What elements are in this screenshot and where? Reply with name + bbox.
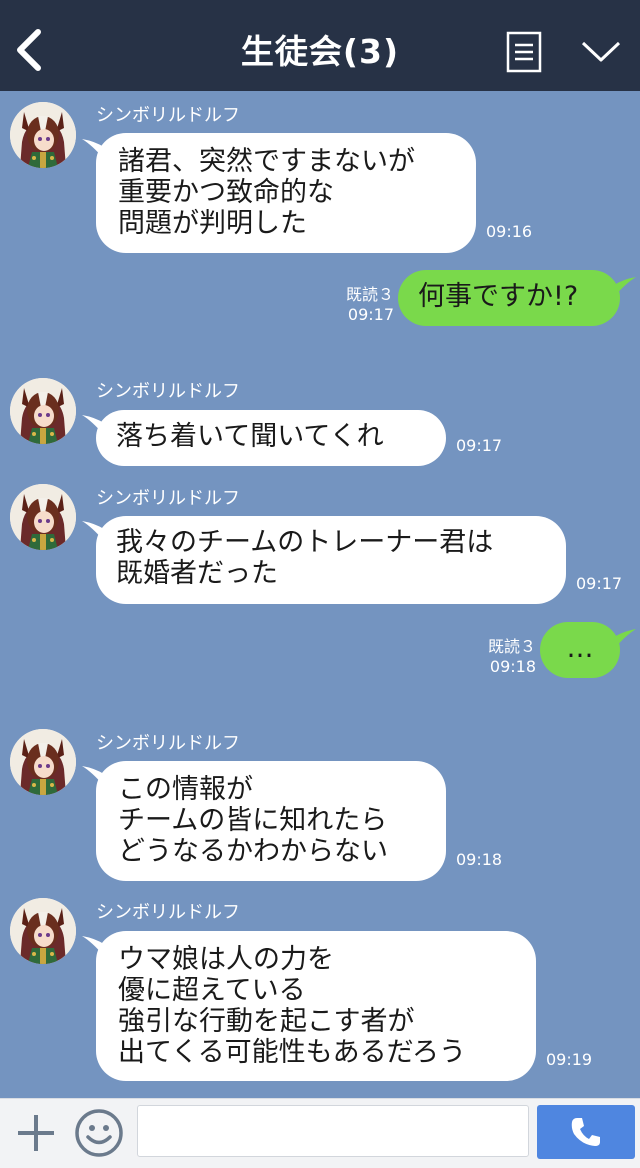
sender-name: シンボリルドルフ [96,488,240,509]
message-bubble[interactable]: 落ち着いて聞いてくれ [96,410,446,466]
message-input[interactable] [137,1105,529,1157]
message-time: 09:17 [347,305,394,324]
message-time: 09:18 [489,657,536,676]
message-time: 09:19 [546,1050,593,1069]
avatar-image [10,102,76,168]
message-text: 出てくる可能性もあるだろう [118,1037,467,1068]
message-text: 落ち着いて聞いてくれ [116,421,384,452]
message-bubble[interactable]: この情報が チームの皆に知れたら どうなるかわからない [96,761,446,881]
message-text: 強引な行動を起こす者が [118,1006,415,1037]
input-bar [0,1098,640,1168]
message-text: ウマ娘は人の力を [118,944,334,975]
message-bubble[interactable]: 何事ですか!? [398,270,620,326]
emoji-button[interactable] [74,1108,124,1158]
message-text: どうなるかわからない [118,836,388,867]
avatar-image [10,729,76,795]
message-text: 重要かつ致命的な [118,177,334,208]
avatar[interactable] [10,729,76,795]
avatar[interactable] [10,484,76,550]
message-bubble[interactable]: … [540,622,620,678]
message-text: 優に超えている [118,975,306,1006]
message-time: 09:16 [486,222,533,241]
sender-name: シンボリルドルフ [96,733,240,754]
message-text: 我々のチームのトレーナー君は [116,527,494,558]
avatar-image [10,484,76,550]
plus-icon [18,1115,54,1151]
avatar-image [10,378,76,444]
avatar[interactable] [10,378,76,444]
avatar[interactable] [10,102,76,168]
avatar-image [10,898,76,964]
chevron-down-icon [581,41,621,62]
smiley-icon [75,1109,123,1157]
sender-name: シンボリルドルフ [96,902,240,923]
message-bubble[interactable]: 諸君、突然ですまないが 重要かつ致命的な 問題が判明した [96,133,476,253]
call-button[interactable] [537,1105,635,1159]
add-button[interactable] [14,1111,58,1155]
message-text: 諸君、突然ですまないが [118,146,415,177]
message-bubble[interactable]: ウマ娘は人の力を 優に超えている 強引な行動を起こす者が 出てくる可能性もあるだ… [96,931,536,1081]
message-time: 09:17 [576,574,623,593]
phone-icon [571,1118,600,1146]
message-text: 問題が判明した [118,208,307,239]
chat-area[interactable]: シンボリルドルフ 諸君、突然ですまないが 重要かつ致命的な 問題が判明した 09… [0,91,640,1098]
read-status: 既読３ 09:17 [340,285,394,325]
sender-name: シンボリルドルフ [96,381,240,402]
sender-name: シンボリルドルフ [96,105,240,126]
menu-list-icon [506,31,542,73]
message-text: 既婚者だった [116,558,278,589]
chat-header: 生徒会(3) [0,0,640,91]
message-text: … [566,633,594,664]
message-time: 09:17 [456,436,503,455]
avatar[interactable] [10,898,76,964]
chat-title: 生徒会(3) [240,32,400,71]
expand-button[interactable] [580,38,622,64]
read-receipt: 既読３ [487,637,536,656]
message-text: この情報が [118,774,253,805]
read-receipt: 既読３ [345,285,394,304]
message-bubble[interactable]: 我々のチームのトレーナー君は 既婚者だった [96,516,566,604]
bubble-tail [614,629,636,649]
bubble-tail [614,277,636,297]
message-text: 何事ですか!? [418,281,579,312]
read-status: 既読３ 09:18 [482,637,536,677]
message-text: チームの皆に知れたら [118,805,388,836]
menu-button[interactable] [506,31,542,73]
message-time: 09:18 [456,850,503,869]
